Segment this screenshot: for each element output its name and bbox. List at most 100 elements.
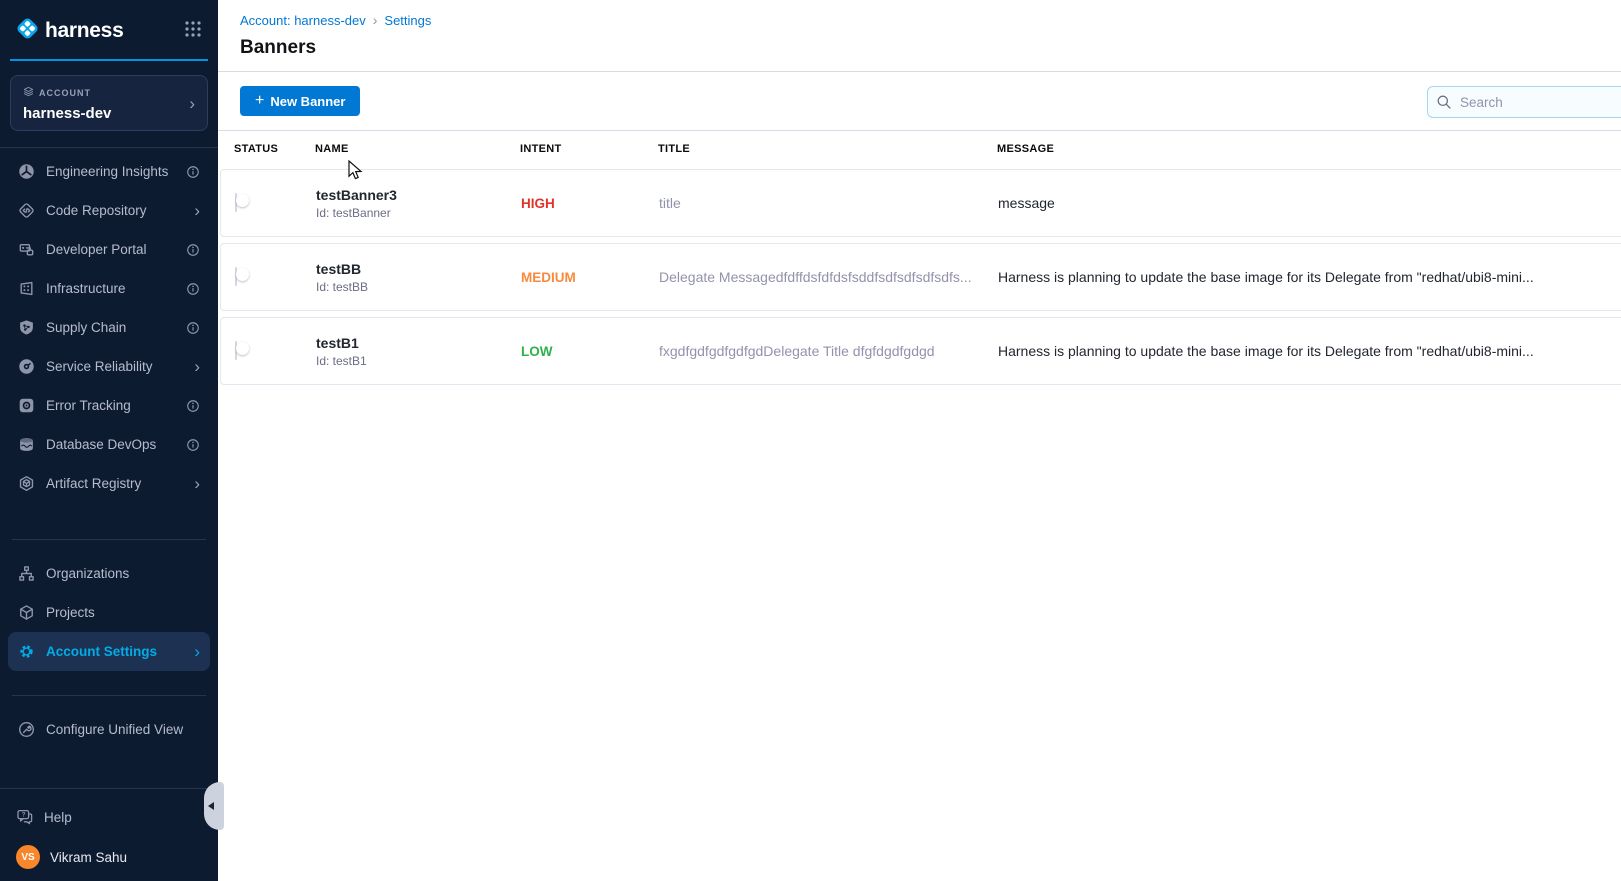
page-header: Account: harness-dev › Settings Banners bbox=[218, 0, 1621, 72]
sidebar-item-label: Projects bbox=[46, 605, 200, 620]
search-input[interactable] bbox=[1427, 86, 1621, 118]
new-banner-button-label: New Banner bbox=[270, 94, 345, 109]
banner-name: testB1 bbox=[316, 335, 521, 351]
info-icon[interactable] bbox=[186, 282, 200, 296]
engineering-insights-icon bbox=[18, 163, 35, 180]
sidebar-item-account-settings[interactable]: Account Settings › bbox=[8, 632, 210, 671]
account-label: ACCOUNT bbox=[39, 88, 91, 98]
sidebar-item-label: Organizations bbox=[46, 566, 200, 581]
infrastructure-icon bbox=[18, 280, 35, 297]
sidebar-item-error-tracking[interactable]: Error Tracking bbox=[8, 386, 210, 425]
artifact-registry-icon bbox=[18, 475, 35, 492]
module-nav: Engineering Insights Code Repository › D… bbox=[0, 148, 218, 503]
sidebar-item-help[interactable]: ? Help bbox=[0, 799, 218, 835]
svg-text:?: ? bbox=[22, 812, 26, 819]
column-header-intent: INTENT bbox=[520, 143, 658, 155]
user-profile[interactable]: VS Vikram Sahu bbox=[0, 835, 218, 881]
chevron-right-icon: › bbox=[194, 202, 200, 219]
general-nav: Organizations Projects Account Settings … bbox=[0, 550, 218, 671]
banner-title: title bbox=[659, 195, 998, 211]
new-banner-button[interactable]: + New Banner bbox=[240, 86, 360, 116]
chevron-right-icon: › bbox=[194, 358, 200, 375]
sidebar-item-label: Supply Chain bbox=[46, 320, 186, 335]
sidebar-item-label: Engineering Insights bbox=[46, 164, 186, 179]
gear-icon bbox=[18, 643, 35, 660]
sidebar-item-engineering-insights[interactable]: Engineering Insights bbox=[8, 152, 210, 191]
banner-message: Harness is planning to update the base i… bbox=[998, 269, 1621, 285]
info-icon[interactable] bbox=[186, 399, 200, 413]
sidebar-item-label: Developer Portal bbox=[46, 242, 186, 257]
table-header: STATUS NAME INTENT TITLE MESSAGE bbox=[218, 131, 1621, 167]
layers-icon bbox=[23, 84, 34, 102]
sidebar-item-supply-chain[interactable]: Supply Chain bbox=[8, 308, 210, 347]
info-icon[interactable] bbox=[186, 321, 200, 335]
plus-icon: + bbox=[255, 93, 264, 109]
sidebar-collapse-handle[interactable] bbox=[204, 782, 224, 830]
status-toggle[interactable] bbox=[235, 193, 237, 212]
banner-title: Delegate Messagedfdffdsfdfdsfsddfsdfsdfs… bbox=[659, 269, 998, 285]
intent-badge: HIGH bbox=[521, 196, 659, 211]
info-icon[interactable] bbox=[186, 243, 200, 257]
table-row[interactable]: testBanner3 Id: testBanner HIGH title me… bbox=[220, 169, 1621, 237]
breadcrumb-separator-icon: › bbox=[373, 12, 378, 28]
sidebar-item-label: Account Settings bbox=[46, 644, 194, 659]
collapse-arrow-icon bbox=[208, 802, 214, 810]
banner-id: Id: testBanner bbox=[316, 206, 521, 220]
page-title: Banners bbox=[240, 37, 1621, 59]
sidebar-item-organizations[interactable]: Organizations bbox=[8, 554, 210, 593]
sidebar-item-service-reliability[interactable]: Service Reliability › bbox=[8, 347, 210, 386]
intent-badge: MEDIUM bbox=[521, 270, 659, 285]
banner-name: testBanner3 bbox=[316, 187, 521, 203]
divider bbox=[0, 788, 218, 789]
divider bbox=[12, 695, 206, 696]
wrench-circle-icon bbox=[18, 721, 35, 738]
developer-portal-icon bbox=[18, 241, 35, 258]
banner-message: message bbox=[998, 195, 1621, 211]
sidebar-item-infrastructure[interactable]: Infrastructure bbox=[8, 269, 210, 308]
chevron-right-icon: › bbox=[189, 95, 195, 112]
column-header-status: STATUS bbox=[234, 143, 315, 155]
intent-badge: LOW bbox=[521, 344, 659, 359]
sidebar-item-artifact-registry[interactable]: Artifact Registry › bbox=[8, 464, 210, 503]
supply-chain-icon bbox=[18, 319, 35, 336]
sidebar-item-label: Infrastructure bbox=[46, 281, 186, 296]
sidebar-item-projects[interactable]: Projects bbox=[8, 593, 210, 632]
column-header-name: NAME bbox=[315, 143, 520, 155]
sidebar-item-configure-unified-view[interactable]: Configure Unified View bbox=[8, 710, 210, 749]
table-row[interactable]: testBB Id: testBB MEDIUM Delegate Messag… bbox=[220, 243, 1621, 311]
toolbar: + New Banner bbox=[218, 72, 1621, 131]
info-icon[interactable] bbox=[186, 438, 200, 452]
organizations-icon bbox=[18, 565, 35, 582]
harness-logo-icon[interactable] bbox=[14, 15, 41, 47]
banner-name: testBB bbox=[316, 261, 521, 277]
breadcrumb-account-link[interactable]: Account: harness-dev bbox=[240, 13, 366, 28]
sidebar-item-database-devops[interactable]: Database DevOps bbox=[8, 425, 210, 464]
table-row[interactable]: testB1 Id: testB1 LOW fxgdfgdfgdfgdfgdDe… bbox=[220, 317, 1621, 385]
main-content: Account: harness-dev › Settings Banners … bbox=[218, 0, 1621, 881]
help-label: Help bbox=[44, 810, 72, 825]
chevron-right-icon: › bbox=[194, 475, 200, 492]
database-devops-icon bbox=[18, 436, 35, 453]
app-launcher-icon[interactable] bbox=[184, 20, 202, 43]
column-header-message: MESSAGE bbox=[997, 143, 1621, 155]
sidebar-item-code-repository[interactable]: Code Repository › bbox=[8, 191, 210, 230]
code-repository-icon bbox=[18, 202, 35, 219]
error-tracking-icon bbox=[18, 397, 35, 414]
sidebar-item-label: Error Tracking bbox=[46, 398, 186, 413]
sidebar-item-developer-portal[interactable]: Developer Portal bbox=[8, 230, 210, 269]
sidebar-item-label: Configure Unified View bbox=[46, 722, 200, 737]
banner-id: Id: testBB bbox=[316, 280, 521, 294]
logo-wordmark: harness bbox=[45, 19, 184, 43]
breadcrumb-settings-link[interactable]: Settings bbox=[384, 13, 431, 28]
banner-list: testBanner3 Id: testBanner HIGH title me… bbox=[218, 167, 1621, 385]
status-toggle[interactable] bbox=[235, 341, 237, 360]
sidebar-item-label: Service Reliability bbox=[46, 359, 194, 374]
chevron-right-icon: › bbox=[194, 643, 200, 660]
service-reliability-icon bbox=[18, 358, 35, 375]
info-icon[interactable] bbox=[186, 165, 200, 179]
breadcrumb: Account: harness-dev › Settings bbox=[240, 12, 1621, 28]
account-selector[interactable]: ACCOUNT harness-dev › bbox=[10, 75, 208, 131]
toggle-knob bbox=[236, 342, 249, 355]
status-toggle[interactable] bbox=[235, 267, 237, 286]
sidebar: harness ACCOUNT harness-dev bbox=[0, 0, 218, 881]
